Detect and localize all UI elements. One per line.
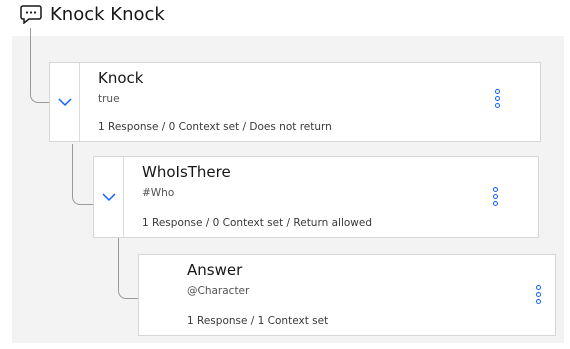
dialog-tree-canvas: Knock true 1 Response / 0 Context set / … (12, 28, 564, 343)
chat-bubble-icon (20, 5, 42, 24)
dialog-node-whoisthere[interactable]: WhoIsThere #Who 1 Response / 0 Context s… (93, 156, 539, 238)
expand-toggle[interactable] (50, 63, 80, 141)
chevron-down-icon (57, 97, 72, 106)
dialog-header: Knock Knock (20, 0, 165, 28)
node-summary: 1 Response / 1 Context set (187, 315, 329, 327)
chevron-down-icon (101, 192, 116, 201)
node-condition: @Character (187, 285, 250, 297)
node-summary: 1 Response / 0 Context set / Does not re… (98, 121, 332, 133)
node-name: WhoIsThere (142, 163, 231, 181)
dialog-title: Knock Knock (50, 3, 165, 25)
overflow-menu-icon[interactable] (490, 89, 504, 119)
node-condition: #Who (142, 187, 175, 199)
overflow-menu-icon[interactable] (488, 187, 502, 217)
dialog-node-knock[interactable]: Knock true 1 Response / 0 Context set / … (49, 62, 541, 142)
expand-toggle[interactable] (94, 157, 124, 237)
tree-connector (118, 236, 139, 299)
tree-connector (72, 144, 93, 205)
tree-connector (30, 28, 49, 103)
dialog-node-answer[interactable]: Answer @Character 1 Response / 1 Context… (138, 254, 556, 336)
node-name: Answer (187, 261, 243, 279)
overflow-menu-icon[interactable] (531, 285, 545, 315)
node-name: Knock (98, 69, 144, 87)
node-condition: true (98, 93, 120, 105)
node-summary: 1 Response / 0 Context set / Return allo… (142, 217, 372, 229)
